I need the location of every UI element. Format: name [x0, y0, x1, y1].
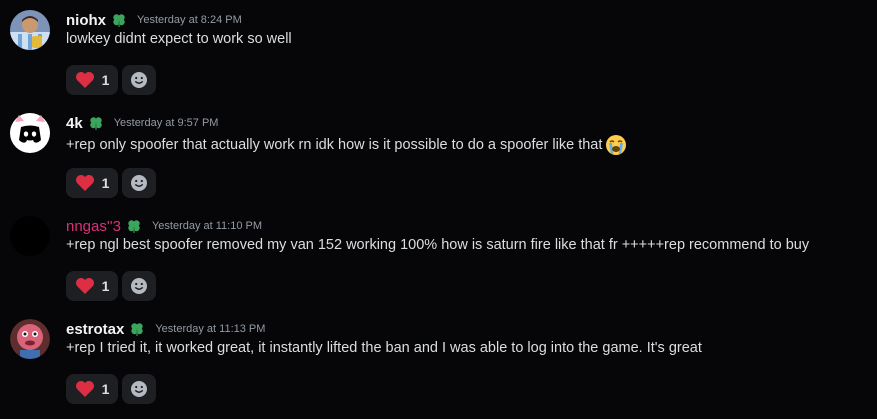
message-header: estrotax Yesterday at 11:13 PM	[66, 319, 265, 339]
heart-icon	[75, 175, 94, 191]
message-header: niohx Yesterday at 8:24 PM	[66, 10, 242, 30]
message-text: +rep only spoofer that actually work rn …	[66, 137, 603, 153]
timestamp[interactable]: Yesterday at 11:10 PM	[152, 220, 262, 232]
message-item: 4k Yesterday at 9:57 PM +rep only spoofe…	[0, 113, 877, 213]
message-item: nngas''3 Yesterday at 11:10 PM +rep ngl …	[0, 216, 877, 316]
message-item: estrotax Yesterday at 11:13 PM +rep I tr…	[0, 319, 877, 419]
clover-badge-icon[interactable]	[126, 218, 142, 234]
clover-badge-icon[interactable]	[88, 115, 104, 131]
add-reaction-icon	[131, 175, 147, 191]
reaction-count: 1	[101, 72, 110, 88]
heart-icon	[75, 381, 94, 397]
reactions-bar: 1	[66, 65, 156, 95]
add-reaction-icon	[131, 278, 147, 294]
heart-reaction-button[interactable]: 1	[66, 271, 118, 301]
heart-reaction-button[interactable]: 1	[66, 374, 118, 404]
add-reaction-icon	[131, 381, 147, 397]
reactions-bar: 1	[66, 168, 156, 198]
reactions-bar: 1	[66, 271, 156, 301]
message-item: niohx Yesterday at 8:24 PM lowkey didnt …	[0, 10, 877, 110]
timestamp[interactable]: Yesterday at 8:24 PM	[137, 14, 242, 26]
clover-badge-icon[interactable]	[129, 321, 145, 337]
message-text: +rep I tried it, it worked great, it ins…	[66, 340, 702, 356]
username[interactable]: 4k	[66, 115, 83, 132]
message-header: nngas''3 Yesterday at 11:10 PM	[66, 216, 262, 236]
reaction-count: 1	[101, 175, 110, 191]
add-reaction-button[interactable]	[122, 65, 156, 95]
avatar[interactable]	[10, 319, 50, 359]
add-reaction-icon	[131, 72, 147, 88]
avatar[interactable]	[10, 113, 50, 153]
add-reaction-button[interactable]	[122, 271, 156, 301]
message-text: +rep ngl best spoofer removed my van 152…	[66, 237, 810, 253]
heart-reaction-button[interactable]: 1	[66, 65, 118, 95]
timestamp[interactable]: Yesterday at 9:57 PM	[114, 117, 219, 129]
username[interactable]: nngas''3	[66, 218, 121, 235]
heart-icon	[75, 278, 94, 294]
add-reaction-button[interactable]	[122, 374, 156, 404]
add-reaction-button[interactable]	[122, 168, 156, 198]
message-text: lowkey didnt expect to work so well	[66, 31, 292, 47]
reactions-bar: 1	[66, 374, 156, 404]
reaction-count: 1	[101, 381, 110, 397]
heart-reaction-button[interactable]: 1	[66, 168, 118, 198]
crying-face-icon	[605, 134, 627, 156]
avatar[interactable]	[10, 10, 50, 50]
timestamp[interactable]: Yesterday at 11:13 PM	[155, 323, 265, 335]
message-content: +rep only spoofer that actually work rn …	[66, 134, 627, 156]
username[interactable]: estrotax	[66, 321, 124, 338]
message-header: 4k Yesterday at 9:57 PM	[66, 113, 218, 133]
username[interactable]: niohx	[66, 12, 106, 29]
avatar[interactable]	[10, 216, 50, 256]
heart-icon	[75, 72, 94, 88]
reaction-count: 1	[101, 278, 110, 294]
clover-badge-icon[interactable]	[111, 12, 127, 28]
